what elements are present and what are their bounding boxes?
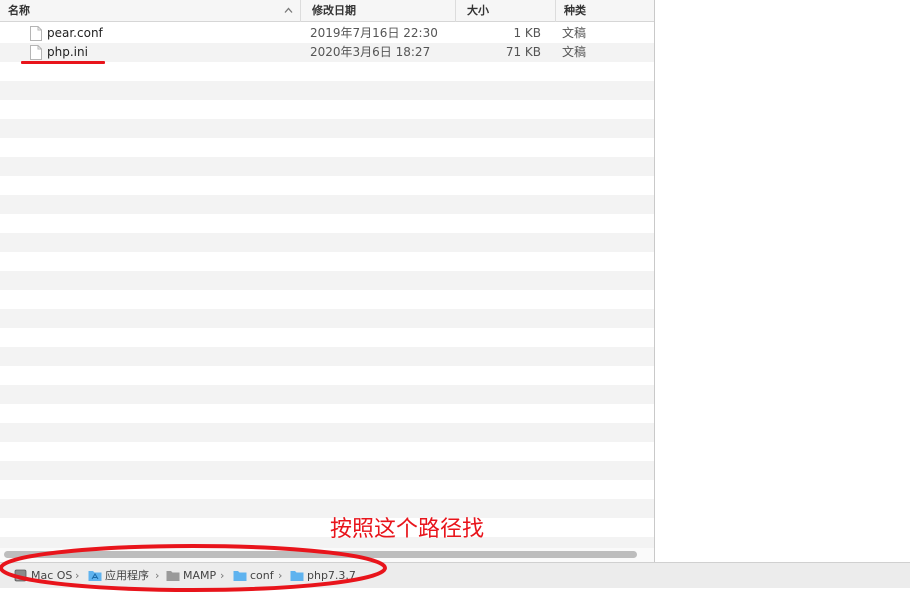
row-stripe bbox=[0, 385, 654, 404]
file-size: 1 KB bbox=[513, 26, 541, 40]
file-date: 2019年7月16日 22:30 bbox=[310, 26, 438, 40]
column-header-date[interactable]: 修改日期 bbox=[301, 0, 456, 22]
row-stripe bbox=[0, 81, 654, 100]
file-row[interactable]: php.ini 2020年3月6日 18:27 71 KB 文稿 bbox=[0, 43, 654, 62]
row-stripe bbox=[0, 499, 654, 518]
column-header: 名称 修改日期 大小 种类 bbox=[0, 0, 654, 22]
column-header-size[interactable]: 大小 bbox=[456, 0, 556, 22]
file-list: pear.conf 2019年7月16日 22:30 1 KB 文稿 php.i… bbox=[0, 22, 654, 556]
row-stripe bbox=[0, 214, 654, 233]
row-stripe bbox=[0, 119, 654, 138]
row-stripe bbox=[0, 233, 654, 252]
finder-window: 名称 修改日期 大小 种类 pear.conf 2019年7月16日 22:30… bbox=[0, 0, 655, 562]
row-stripe bbox=[0, 157, 654, 176]
column-header-kind[interactable]: 种类 bbox=[556, 0, 654, 22]
row-stripe bbox=[0, 100, 654, 119]
row-stripe bbox=[0, 290, 654, 309]
row-stripe bbox=[0, 62, 654, 81]
row-stripe bbox=[0, 328, 654, 347]
annotation-underline bbox=[21, 61, 105, 64]
row-stripe bbox=[0, 518, 654, 537]
row-stripe bbox=[0, 252, 654, 271]
document-icon bbox=[30, 45, 42, 60]
row-stripe bbox=[0, 138, 654, 157]
document-icon bbox=[30, 26, 42, 41]
row-stripe bbox=[0, 423, 654, 442]
file-name: pear.conf bbox=[47, 26, 103, 40]
file-kind: 文稿 bbox=[562, 45, 587, 59]
row-stripe bbox=[0, 480, 654, 499]
row-stripe bbox=[0, 309, 654, 328]
file-row[interactable]: pear.conf 2019年7月16日 22:30 1 KB 文稿 bbox=[0, 24, 654, 43]
annotation-ellipse bbox=[0, 544, 387, 592]
row-stripe bbox=[0, 461, 654, 480]
row-stripe bbox=[0, 366, 654, 385]
file-name: php.ini bbox=[47, 45, 88, 59]
sort-ascending-icon[interactable] bbox=[284, 6, 293, 15]
row-stripe bbox=[0, 176, 654, 195]
row-stripe bbox=[0, 347, 654, 366]
file-size: 71 KB bbox=[505, 45, 541, 59]
row-stripe bbox=[0, 442, 654, 461]
file-date: 2020年3月6日 18:27 bbox=[310, 45, 431, 59]
row-stripe bbox=[0, 404, 654, 423]
row-stripe bbox=[0, 195, 654, 214]
row-stripe bbox=[0, 271, 654, 290]
column-header-name[interactable]: 名称 bbox=[0, 0, 301, 22]
file-kind: 文稿 bbox=[562, 26, 587, 40]
